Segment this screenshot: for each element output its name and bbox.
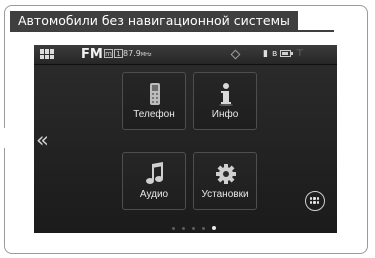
grid-round-icon[interactable] bbox=[305, 191, 325, 211]
tile-phone-label: Телефон bbox=[133, 109, 175, 120]
tile-settings[interactable]: Установки bbox=[193, 152, 257, 210]
band-label: FM bbox=[81, 47, 103, 62]
head-unit-screen: FM m 1 87.9MHz ▮ ʙ ⊤ « Телефон Инфо Ауди… bbox=[34, 45, 337, 233]
tile-info[interactable]: Инфо bbox=[193, 72, 257, 130]
caption-heading: Автомобили без навигационной системы bbox=[10, 11, 298, 30]
tile-settings-label: Установки bbox=[201, 189, 249, 200]
page-dot-active bbox=[212, 226, 216, 230]
frequency-unit: MHz bbox=[140, 52, 152, 58]
page-dot bbox=[202, 226, 205, 230]
grid-menu-icon[interactable] bbox=[40, 49, 54, 59]
frame-notch bbox=[0, 128, 10, 148]
page-dot bbox=[182, 226, 185, 230]
music-note-icon bbox=[146, 162, 163, 184]
back-double-chevron-icon[interactable]: « bbox=[36, 129, 49, 151]
tile-audio[interactable]: Аудио bbox=[122, 152, 186, 210]
page-dot bbox=[172, 226, 175, 230]
signal-icon: ⊤ bbox=[296, 49, 304, 59]
status-bar: FM m 1 87.9MHz ▮ ʙ ⊤ bbox=[34, 45, 337, 65]
frequency-readout: 87.9MHz bbox=[123, 49, 152, 60]
bluetooth-icon: ʙ bbox=[272, 49, 278, 59]
info-icon bbox=[219, 83, 233, 106]
tile-phone[interactable]: Телефон bbox=[122, 72, 186, 130]
diamond-indicator-icon bbox=[230, 49, 241, 60]
tile-info-label: Инфо bbox=[211, 109, 239, 120]
mode-box-icon: m bbox=[104, 49, 113, 58]
page-dot bbox=[192, 226, 195, 230]
preset-box-icon: 1 bbox=[114, 49, 123, 58]
frequency-value: 87.9 bbox=[123, 49, 141, 58]
phone-icon bbox=[150, 83, 160, 105]
caption-underline bbox=[10, 30, 334, 32]
battery-icon bbox=[280, 50, 293, 57]
phone-status-icon: ▮ bbox=[263, 49, 268, 59]
tile-audio-label: Аудио bbox=[139, 189, 169, 200]
page-indicator bbox=[172, 225, 216, 231]
gear-icon bbox=[216, 164, 236, 184]
